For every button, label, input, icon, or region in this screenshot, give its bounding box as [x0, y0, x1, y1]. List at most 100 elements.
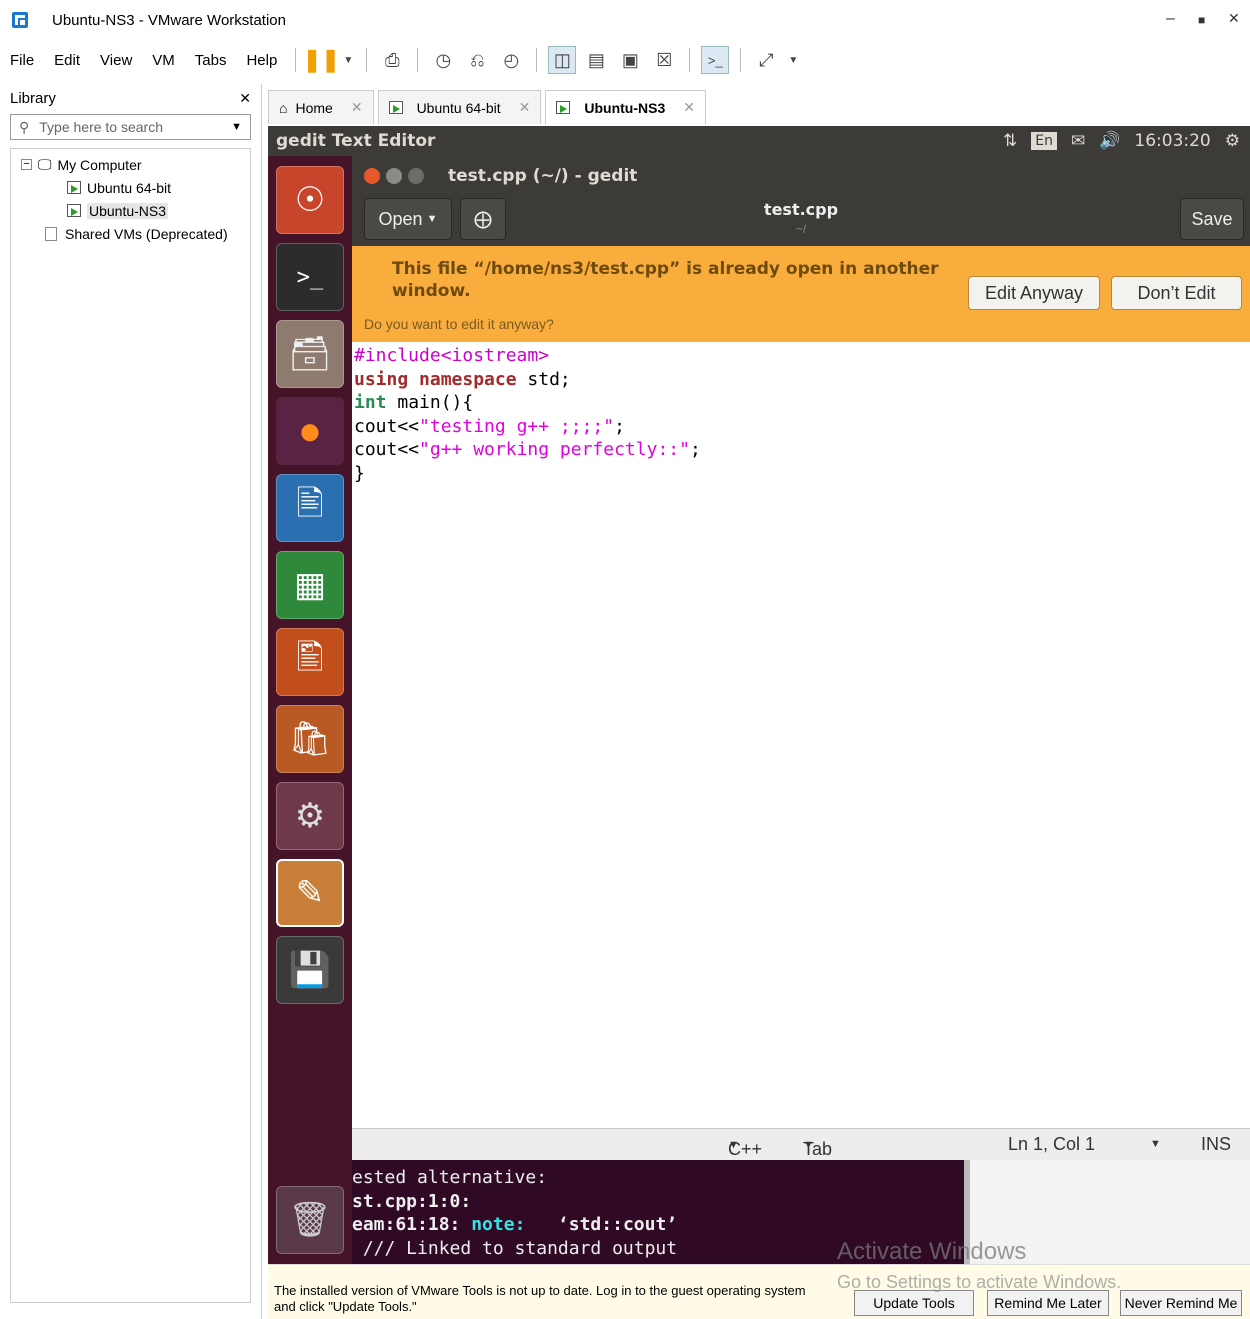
thumbnail-bar-icon[interactable]: ▤	[582, 46, 610, 74]
menu-help[interactable]: Help	[236, 52, 287, 69]
save-button[interactable]: Save	[1180, 198, 1244, 240]
cursor-position[interactable]: Ln 1, Col 1	[1008, 1134, 1095, 1155]
close-icon[interactable]: ✕	[683, 99, 695, 116]
keyboard-layout-indicator[interactable]: En	[1031, 132, 1057, 150]
snapshot-take-icon[interactable]: ◷	[429, 46, 457, 74]
close-icon[interactable]	[364, 168, 380, 184]
gedit-icon[interactable]: ✎	[276, 859, 344, 927]
shared-vms-icon	[45, 226, 57, 241]
menu-view[interactable]: View	[90, 52, 142, 69]
libreoffice-impress-icon[interactable]: 🖺	[276, 628, 344, 696]
volume-icon[interactable]: 🔊	[1099, 131, 1120, 151]
menu-vm[interactable]: VM	[142, 52, 185, 69]
console-view-icon[interactable]: >_	[701, 46, 730, 74]
activate-windows-subtitle: Go to Settings to activate Windows.	[837, 1272, 1122, 1292]
tab-ubuntu-64[interactable]: Ubuntu 64-bit ✕	[377, 90, 542, 124]
tab-ubuntu-ns3[interactable]: Ubuntu-NS3 ✕	[545, 90, 706, 124]
unity-launcher: ☉ >_ 🗃 ● 🖹 ▦ 🖺 🛍 ⚙ ✎ 💾 🗑	[268, 156, 352, 1264]
tree-item-my-computer[interactable]: − 🖵 My Computer	[11, 153, 250, 176]
tab-label: Home	[295, 99, 333, 116]
close-button[interactable]: ✕	[1228, 10, 1240, 27]
chevron-down-icon[interactable]: ▼	[341, 46, 355, 74]
code-text: ;	[689, 439, 701, 460]
infobar-question: Do you want to edit it anyway?	[364, 316, 554, 332]
floppy-icon[interactable]: 💾	[276, 936, 344, 1004]
menu-edit[interactable]: Edit	[44, 52, 90, 69]
code-text: cout<<	[354, 415, 420, 437]
pause-icon[interactable]: ❚❚	[303, 46, 340, 74]
chevron-down-icon[interactable]: ▼	[1150, 1138, 1161, 1150]
infobar-message: This file “/home/ns3/test.cpp” is alread…	[392, 259, 939, 301]
firefox-icon[interactable]: ●	[276, 397, 344, 465]
never-remind-button[interactable]: Never Remind Me	[1120, 1290, 1242, 1316]
restore-button[interactable]: ■	[1198, 13, 1205, 27]
home-icon: ⌂	[279, 99, 288, 116]
keyword: namespace	[419, 368, 517, 390]
code-editor[interactable]: #include<iostream> using namespace std; in…	[352, 342, 1250, 1128]
chevron-down-icon[interactable]: ▼	[786, 46, 800, 74]
send-ctrl-alt-del-icon[interactable]: ⎙	[378, 46, 406, 74]
gedit-headerbar: test.cpp (~/) - gedit Open ▼ ⨁ test.cpp …	[352, 156, 1250, 246]
code-line-2: using namespace std;	[354, 368, 1248, 392]
tree-item-shared-vms[interactable]: Shared VMs (Deprecated)	[11, 222, 250, 245]
terminal-icon[interactable]: >_	[276, 243, 344, 311]
terminal-line: eam:61:18: note: ‘std::cout’	[352, 1213, 964, 1237]
already-open-infobar: This file “/home/ns3/test.cpp” is alread…	[352, 246, 1250, 342]
maximize-icon[interactable]	[408, 168, 424, 184]
chevron-down-icon: ▼	[803, 1139, 814, 1151]
update-tools-button[interactable]: Update Tools	[854, 1290, 974, 1316]
computer-icon: 🖵	[38, 156, 52, 172]
library-header: Library ✕	[0, 84, 261, 112]
clock[interactable]: 16:03:20	[1134, 131, 1210, 151]
string-literal: "testing g++ ;;;;"	[419, 415, 615, 437]
menu-file[interactable]: File	[0, 52, 44, 69]
software-center-icon[interactable]: 🛍	[276, 705, 344, 773]
edit-anyway-button[interactable]: Edit Anyway	[968, 276, 1100, 310]
tree-label: Ubuntu-NS3	[87, 202, 169, 219]
window-title: Ubuntu-NS3 - VMware Workstation	[52, 11, 286, 29]
close-icon[interactable]: ✕	[351, 99, 363, 116]
vm-console[interactable]: gedit Text Editor ⇅ En ✉ 🔊 16:03:20 ⚙ ☉ …	[268, 126, 1250, 1264]
full-screen-icon[interactable]: ▣	[616, 46, 644, 74]
chevron-down-icon: ▼	[728, 1139, 739, 1151]
network-icon[interactable]: ⇅	[1003, 131, 1017, 151]
trash-icon[interactable]: 🗑	[276, 1186, 344, 1254]
power-gear-icon[interactable]: ⚙	[1225, 131, 1240, 151]
snapshot-manager-icon[interactable]: ◴	[497, 46, 525, 74]
tree-item-ubuntu-ns3[interactable]: Ubuntu-NS3	[11, 199, 250, 222]
collapse-icon[interactable]: −	[21, 159, 32, 170]
string-literal: "g++ working perfectly::"	[419, 439, 690, 460]
document-name: test.cpp	[763, 200, 839, 219]
system-settings-icon[interactable]: ⚙	[276, 782, 344, 850]
remind-later-button[interactable]: Remind Me Later	[987, 1290, 1109, 1316]
toolbar-separator	[295, 48, 297, 72]
snapshot-revert-icon[interactable]: ⎌	[463, 46, 491, 74]
libreoffice-writer-icon[interactable]: 🖹	[276, 474, 344, 542]
tab-home[interactable]: ⌂ Home ✕	[268, 90, 374, 124]
code-line-5: cout<<"g++ working perfectly::";	[354, 438, 1248, 462]
tree-item-ubuntu-64[interactable]: Ubuntu 64-bit	[11, 176, 250, 199]
minimize-button[interactable]: –	[1166, 10, 1175, 28]
menu-tabs[interactable]: Tabs	[185, 52, 237, 69]
close-icon[interactable]: ✕	[519, 99, 531, 116]
minimize-icon[interactable]	[386, 168, 402, 184]
mail-icon[interactable]: ✉	[1071, 131, 1085, 151]
vm-icon	[67, 204, 81, 217]
stretch-guest-icon[interactable]: ⤢	[752, 46, 780, 74]
ubuntu-top-panel: gedit Text Editor ⇅ En ✉ 🔊 16:03:20 ⚙	[268, 126, 1250, 156]
dash-home-icon[interactable]: ☉	[276, 166, 344, 234]
chevron-down-icon[interactable]: ▼	[231, 121, 242, 133]
activate-windows-watermark: Activate Windows	[837, 1238, 1027, 1265]
library-search-input[interactable]: ⚲ Type here to search ▼	[10, 114, 251, 140]
window-titlebar: Ubuntu-NS3 - VMware Workstation – ■ ✕	[0, 0, 1250, 40]
preprocessor: #include<iostream>	[354, 345, 550, 366]
unity-icon[interactable]: ☒	[650, 46, 678, 74]
libreoffice-calc-icon[interactable]: ▦	[276, 551, 344, 619]
files-icon[interactable]: 🗃	[276, 320, 344, 388]
code-text: std;	[516, 368, 571, 390]
toolbar-separator	[536, 48, 538, 72]
dont-edit-button[interactable]: Don’t Edit	[1111, 276, 1242, 310]
code-text: ;	[614, 415, 625, 437]
library-close-icon[interactable]: ✕	[239, 90, 251, 107]
library-toggle-icon[interactable]: ◫	[548, 46, 577, 74]
